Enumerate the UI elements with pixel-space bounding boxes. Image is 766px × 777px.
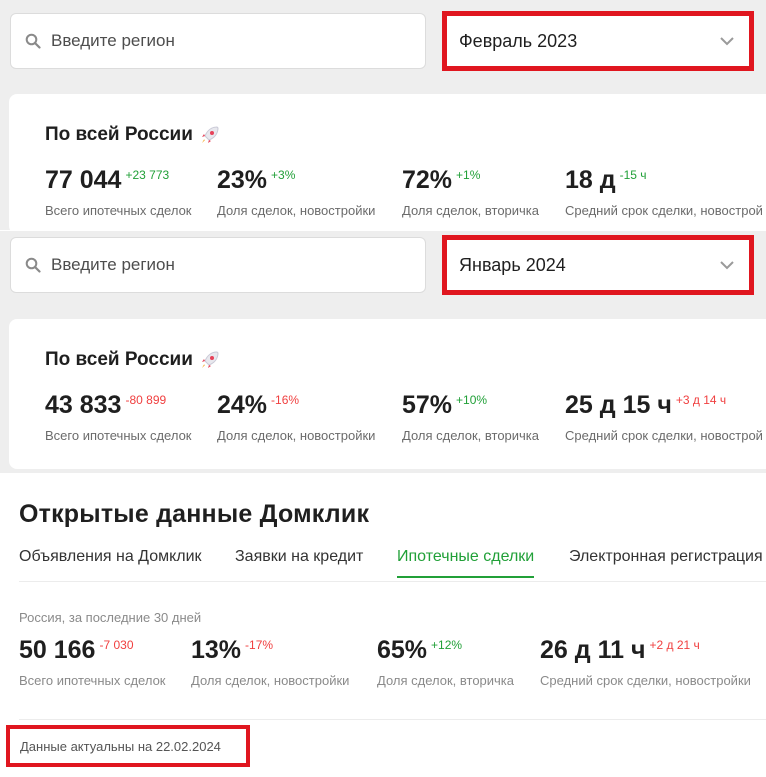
stat-delta: -15 ч bbox=[619, 168, 647, 182]
stat-secondary-share: 65% +12% Доля сделок, вторичка bbox=[377, 636, 515, 688]
region-search[interactable] bbox=[10, 237, 426, 293]
stat-average-deal-time: 18 д -15 ч Средний срок сделки, новострой bbox=[565, 166, 763, 218]
data-freshness-highlight: Данные актуальны на 22.02.2024 bbox=[6, 725, 250, 767]
stat-new-buildings-share: 23% +3% Доля сделок, новостройки bbox=[217, 166, 376, 218]
stat-delta: -16% bbox=[271, 393, 300, 407]
card-title: По всей России bbox=[45, 349, 221, 371]
stat-total-deals: 43 833 -80 899 Всего ипотечных сделок bbox=[45, 391, 192, 443]
stat-delta: +23 773 bbox=[125, 168, 170, 182]
stat-delta: +3% bbox=[271, 168, 296, 182]
stat-delta: -17% bbox=[245, 638, 274, 652]
tab-electronic-registration[interactable]: Электронная регистрация bbox=[569, 548, 763, 576]
stat-total-deals: 77 044 +23 773 Всего ипотечных сделок bbox=[45, 166, 192, 218]
region-stats-card: По всей России 43 833 -80 899 Всего ипоте… bbox=[9, 319, 766, 469]
divider bbox=[19, 719, 766, 720]
chevron-down-icon bbox=[720, 37, 734, 46]
search-input[interactable] bbox=[51, 31, 411, 51]
period-label: Россия, за последние 30 дней bbox=[19, 610, 202, 625]
data-freshness-label: Данные актуальны на 22.02.2024 bbox=[20, 738, 221, 754]
tab-listings[interactable]: Объявления на Домклик bbox=[19, 548, 202, 576]
tab-credit-applications[interactable]: Заявки на кредит bbox=[235, 548, 363, 576]
tab-mortgage-deals[interactable]: Ипотечные сделки bbox=[397, 548, 535, 578]
search-input[interactable] bbox=[51, 255, 411, 275]
stat-delta: -80 899 bbox=[125, 393, 167, 407]
stat-delta: +3 д 14 ч bbox=[675, 393, 727, 407]
stat-delta: +2 д 21 ч bbox=[649, 638, 700, 652]
snapshot-february-2023: Февраль 2023 По всей России 77 044+23 77… bbox=[0, 0, 766, 230]
month-select[interactable]: Февраль 2023 bbox=[442, 11, 754, 71]
region-search[interactable] bbox=[10, 13, 426, 69]
month-select-value: Январь 2024 bbox=[459, 254, 566, 275]
stat-secondary-share: 57% +10% Доля сделок, вторичка bbox=[402, 391, 540, 443]
stat-secondary-share: 72% +1% Доля сделок, вторичка bbox=[402, 166, 540, 218]
stat-total-deals: 50 166 -7 030 Всего ипотечных сделок bbox=[19, 636, 166, 688]
search-icon bbox=[25, 33, 41, 49]
stat-average-deal-time: 26 д 11 ч +2 д 21 ч Средний срок сделки, … bbox=[540, 636, 751, 688]
month-select[interactable]: Январь 2024 bbox=[442, 235, 754, 295]
snapshot-january-2024: Январь 2024 По всей России 43 833-80 899… bbox=[0, 231, 766, 473]
chevron-down-icon bbox=[720, 261, 734, 270]
stat-delta: -7 030 bbox=[99, 638, 134, 652]
region-stats-card: По всей России 77 044 +23 773 Всего ипоте… bbox=[9, 94, 766, 230]
rocket-icon bbox=[201, 351, 219, 368]
stat-delta: +1% bbox=[456, 168, 481, 182]
stat-delta: +10% bbox=[456, 393, 488, 407]
stat-average-deal-time: 25 д 15 ч +3 д 14 ч Средний срок сделки, … bbox=[565, 391, 763, 443]
month-select-value: Февраль 2023 bbox=[459, 30, 578, 51]
card-title: По всей России bbox=[45, 124, 221, 146]
stat-new-buildings-share: 24% -16% Доля сделок, новостройки bbox=[217, 391, 376, 443]
stat-delta: +12% bbox=[431, 638, 463, 652]
tab-bar: Объявления на Домклик Заявки на кредит И… bbox=[19, 548, 766, 582]
page-title: Открытые данные Домклик bbox=[19, 500, 370, 528]
rocket-icon bbox=[201, 126, 219, 143]
stat-new-buildings-share: 13% -17% Доля сделок, новостройки bbox=[191, 636, 350, 688]
search-icon bbox=[25, 257, 41, 273]
